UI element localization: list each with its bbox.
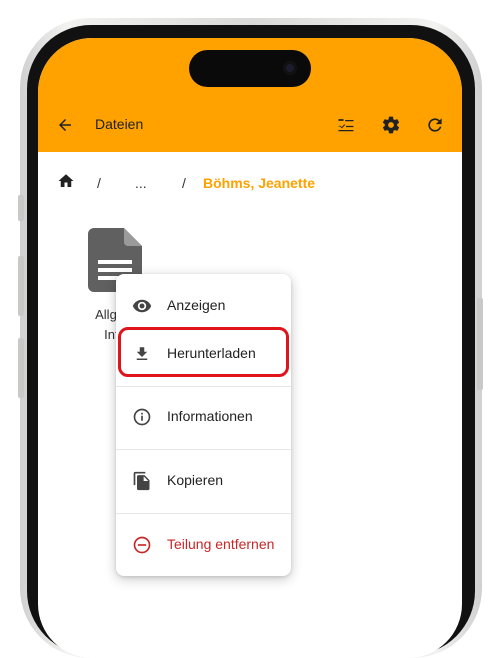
dynamic-island [189, 50, 311, 87]
app-bar: Dateien [38, 38, 462, 152]
menu-item-label: Anzeigen [167, 297, 226, 313]
volume-up-button [18, 256, 24, 316]
menu-item-label: Herunterladen [167, 345, 256, 361]
menu-divider [116, 513, 291, 514]
copy-icon [132, 471, 152, 491]
menu-item-label: Informationen [167, 408, 253, 424]
eye-icon [132, 296, 152, 316]
camera-icon [283, 61, 297, 75]
app-title: Dateien [95, 116, 144, 132]
minus-circle-icon [132, 535, 152, 555]
power-button [477, 298, 483, 390]
checklist-icon[interactable] [331, 110, 361, 140]
menu-item-label: Teilung entfernen [167, 536, 275, 552]
info-icon [132, 407, 152, 427]
menu-divider [116, 449, 291, 450]
menu-item-label: Kopieren [167, 472, 224, 488]
home-icon[interactable] [55, 170, 77, 192]
menu-divider [116, 386, 291, 387]
menu-item-anzeigen[interactable]: Anzeigen [116, 282, 291, 330]
context-menu: Anzeigen Herunterladen Informationen Kop… [116, 274, 291, 576]
breadcrumb-separator: / [182, 175, 186, 191]
gear-icon[interactable] [376, 110, 406, 140]
menu-item-informationen[interactable]: Informationen [116, 393, 291, 441]
menu-item-kopieren[interactable]: Kopieren [116, 457, 291, 505]
back-arrow-icon[interactable] [50, 110, 80, 140]
volume-down-button [18, 338, 24, 398]
action-button [18, 195, 24, 221]
phone-screen: Dateien / ... / Böhms, Jeanette Allgem I… [38, 38, 462, 658]
menu-item-teilung-entfernen[interactable]: Teilung entfernen [116, 521, 291, 569]
breadcrumb-ellipsis[interactable]: ... [135, 175, 147, 191]
menu-item-herunterladen[interactable]: Herunterladen [116, 330, 291, 378]
breadcrumb-current: Böhms, Jeanette [203, 175, 316, 191]
download-icon [132, 344, 152, 364]
refresh-icon[interactable] [420, 110, 450, 140]
breadcrumb-separator: / [97, 175, 101, 191]
